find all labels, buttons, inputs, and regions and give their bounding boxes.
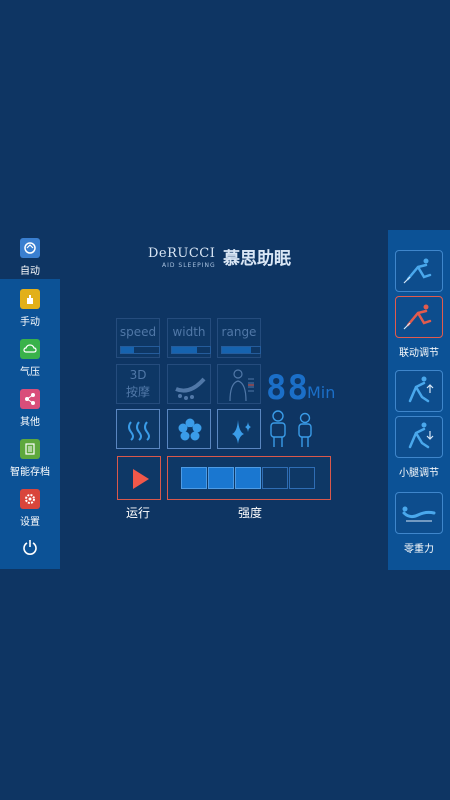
intensity-label: 强度 <box>238 506 263 520</box>
speed-label: speed <box>119 325 157 339</box>
power-icon <box>23 540 37 555</box>
width-label: width <box>172 325 206 339</box>
3d-label: 3D <box>129 368 147 382</box>
3d-massage-button[interactable]: 3D 按摩 <box>116 364 160 404</box>
sparkle-button[interactable] <box>217 409 261 449</box>
logo-chinese-name: 慕思助眠 <box>223 249 291 269</box>
person-small-icon <box>298 412 312 447</box>
recline-icon <box>403 258 432 284</box>
power-button[interactable] <box>0 539 60 559</box>
linked-adjust-icon <box>403 304 432 330</box>
nav-smart-archive[interactable]: 智能存档 <box>0 439 60 489</box>
nav-smart-archive-label: 智能存档 <box>10 467 50 478</box>
left-sidebar-top: 自动 <box>0 230 60 280</box>
calf-up-button[interactable] <box>395 370 443 412</box>
nav-settings[interactable]: 设置 <box>0 489 60 539</box>
intensity-segment-2[interactable] <box>208 467 234 489</box>
run-label: 运行 <box>126 506 151 520</box>
intensity-slider[interactable] <box>167 456 331 500</box>
hand-icon <box>20 289 40 309</box>
right-sidebar: 联动调节 小腿调节 零重力 <box>388 230 450 570</box>
range-button[interactable]: range <box>217 318 261 358</box>
fan-icon <box>178 418 202 441</box>
share-icon <box>20 389 40 409</box>
range-label: range <box>221 325 257 339</box>
zero-gravity-icon <box>402 506 436 522</box>
calf-down-button[interactable] <box>395 416 443 458</box>
person-large-button[interactable] <box>267 409 289 449</box>
nav-auto-label: 自动 <box>20 266 40 277</box>
run-button[interactable] <box>117 456 161 500</box>
logo-subtitle: AID SLEEPING <box>162 262 216 269</box>
roller-icon <box>175 377 206 400</box>
calf-adjust-label: 小腿调节 <box>399 468 439 479</box>
cloud-icon <box>20 339 40 359</box>
sparkle-icon <box>232 420 251 444</box>
zero-gravity-label: 零重力 <box>404 544 434 555</box>
calf-up-icon <box>408 376 434 403</box>
document-icon <box>20 439 40 459</box>
calf-icon <box>408 422 434 449</box>
nav-other-label: 其他 <box>20 417 40 428</box>
body-scan-icon <box>229 369 254 402</box>
intensity-segment-3[interactable] <box>235 467 261 489</box>
nav-settings-label: 设置 <box>20 517 40 528</box>
gear-icon <box>20 489 40 509</box>
nav-manual-label: 手动 <box>20 317 40 328</box>
linked-adjust-label: 联动调节 <box>399 348 439 359</box>
person-large-icon <box>270 410 286 447</box>
person-small-button[interactable] <box>294 409 316 449</box>
heat-icon <box>128 421 150 441</box>
intensity-segment-5[interactable] <box>289 467 315 489</box>
speed-button[interactable]: speed <box>116 318 160 358</box>
range-level-bar <box>221 346 261 354</box>
speed-level-bar <box>120 346 160 354</box>
massage-label: 按摩 <box>125 385 150 399</box>
intensity-segment-1[interactable] <box>181 467 207 489</box>
body-scan-button[interactable] <box>217 364 261 404</box>
play-icon <box>133 469 149 489</box>
timer-value: 88 <box>266 368 309 408</box>
heat-button[interactable] <box>116 409 160 449</box>
linked-adjust-button[interactable] <box>395 296 443 338</box>
zero-gravity-button[interactable] <box>395 492 443 534</box>
width-level-bar <box>171 346 211 354</box>
left-sidebar: 手动 气压 其他 智能存档 设置 <box>0 279 60 569</box>
roller-button[interactable] <box>167 364 211 404</box>
brand-logo: DeRUCCI AID SLEEPING 慕思助眠 <box>148 246 318 276</box>
logo-brand: DeRUCCI <box>148 246 216 261</box>
nav-air-pressure-label: 气压 <box>20 367 40 378</box>
nav-manual[interactable]: 手动 <box>0 289 60 339</box>
nav-other[interactable]: 其他 <box>0 389 60 439</box>
auto-icon <box>20 238 40 258</box>
width-button[interactable]: width <box>167 318 211 358</box>
nav-air-pressure[interactable]: 气压 <box>0 339 60 389</box>
timer-unit: Min <box>307 383 336 402</box>
recline-preset-button[interactable] <box>395 250 443 292</box>
intensity-segment-4[interactable] <box>262 467 288 489</box>
fan-button[interactable] <box>167 409 211 449</box>
